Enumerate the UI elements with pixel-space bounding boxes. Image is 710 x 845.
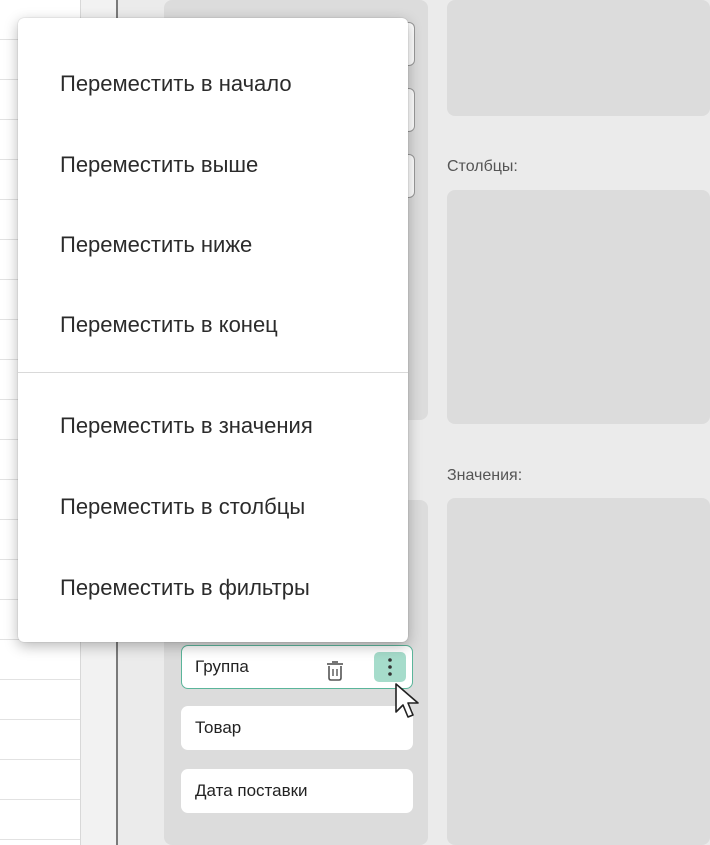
columns-zone-label: Столбцы: [447,158,518,175]
menu-separator [18,372,408,373]
field-chip-product[interactable]: Товар [181,706,413,750]
menu-item-move-to-end[interactable]: Переместить в конец [18,295,408,355]
context-menu: Переместить в начало Переместить выше Пе… [18,18,408,642]
field-chip-label: Группа [195,657,249,676]
field-chip-label: Товар [195,718,242,737]
menu-item-move-to-columns[interactable]: Переместить в столбцы [18,477,408,537]
menu-item-move-up[interactable]: Переместить выше [18,135,408,195]
menu-item-move-to-values[interactable]: Переместить в значения [18,396,408,456]
menu-item-move-to-start[interactable]: Переместить в начало [18,54,408,114]
field-chip-group[interactable]: Группа [181,645,413,689]
mouse-pointer-icon [394,682,420,722]
columns-dropzone[interactable] [447,190,710,424]
menu-item-move-to-filters[interactable]: Переместить в фильтры [18,558,408,618]
values-zone-label: Значения: [447,467,523,484]
values-dropzone[interactable] [447,498,710,845]
menu-item-move-down[interactable]: Переместить ниже [18,215,408,275]
field-chip-label: Дата поставки [195,781,308,800]
field-chip-delivery-date[interactable]: Дата поставки [181,769,413,813]
trash-icon[interactable] [324,656,346,681]
more-vertical-icon[interactable] [374,652,406,682]
filters-dropzone[interactable] [447,0,710,116]
